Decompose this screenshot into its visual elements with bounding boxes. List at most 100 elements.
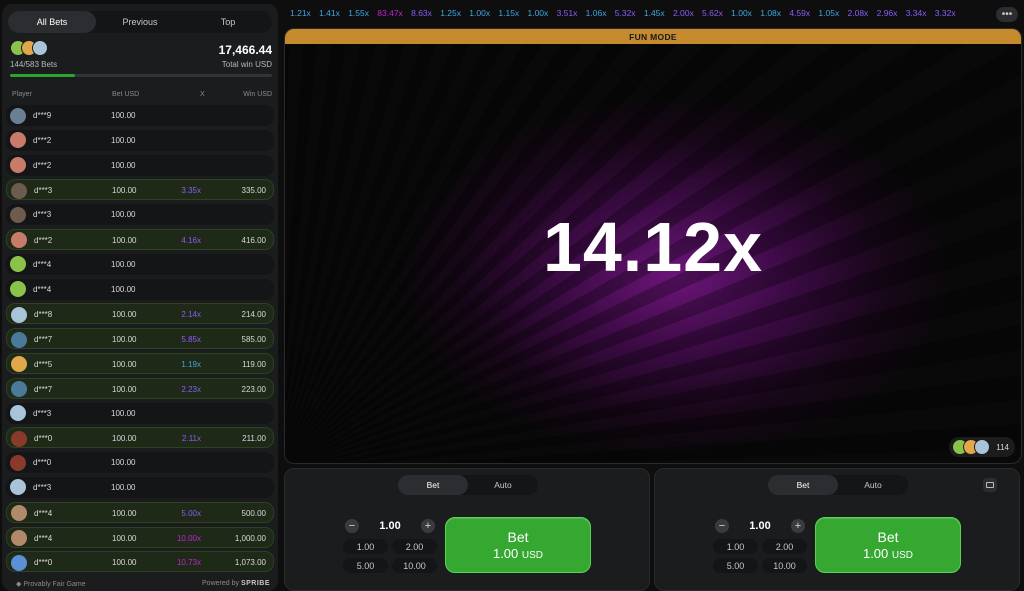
bet-row: d***4 100.00 5.00x 500.00 xyxy=(6,501,274,523)
win-amount: 119.00 xyxy=(242,359,266,369)
cashout-multiplier: 10.00x xyxy=(176,533,201,543)
bet-amount: 100.00 xyxy=(111,458,136,468)
history-multiplier[interactable]: 2.96x xyxy=(877,8,898,22)
tab-previous[interactable]: Previous xyxy=(96,11,184,33)
bet-row: d***8 100.00 2.14x 214.00 xyxy=(6,303,274,325)
total-win-label: Total win USD xyxy=(221,60,272,69)
history-multiplier[interactable]: 1.55x xyxy=(348,8,369,22)
bet-amount: 100.00 xyxy=(112,335,137,345)
bet-row: d***2 100.00 xyxy=(6,129,274,151)
player-name: d***9 xyxy=(33,111,52,120)
plus-icon: + xyxy=(794,519,802,532)
history-multiplier[interactable]: 2.00x xyxy=(673,8,694,22)
avatar xyxy=(11,356,27,373)
bet-amount: 100.00 xyxy=(111,160,136,170)
avatar xyxy=(32,40,48,56)
bet-button-label: Bet xyxy=(877,529,899,545)
win-amount: 500.00 xyxy=(241,508,266,518)
avatar xyxy=(11,554,27,571)
avatar xyxy=(11,232,27,249)
bet-row: d***3 100.00 xyxy=(6,476,274,498)
avatar xyxy=(11,331,27,348)
total-win-value: 17,466.44 xyxy=(218,43,272,57)
powered-by-label: Powered by xyxy=(202,580,239,587)
quick-stake-button[interactable]: 10.00 xyxy=(392,558,437,573)
cashout-multiplier: 2.14x xyxy=(181,310,201,320)
tab-auto[interactable]: Auto xyxy=(468,475,538,495)
history-multiplier[interactable]: 3.32x xyxy=(935,8,956,22)
players-online[interactable]: 114 xyxy=(949,437,1015,457)
history-multiplier[interactable]: 5.32x xyxy=(615,8,636,22)
provably-fair-label: Provably Fair Game xyxy=(23,581,86,588)
bet-amount: 100.00 xyxy=(112,533,137,543)
avatar-group xyxy=(10,40,48,58)
bet-button-value: 1.00 xyxy=(492,546,519,561)
bet-button-currency: USD xyxy=(891,550,914,561)
place-bet-button[interactable]: Bet 1.00 USD xyxy=(445,517,591,573)
history-multiplier[interactable]: 1.06x xyxy=(586,8,607,22)
history-multiplier[interactable]: 1.00x xyxy=(469,8,490,22)
quick-stake-button[interactable]: 1.00 xyxy=(713,539,758,554)
history-multiplier[interactable]: 1.21x xyxy=(290,8,311,22)
bet-row: d***4 100.00 xyxy=(6,253,274,275)
spribe-logo: SPRIBE xyxy=(240,580,270,587)
avatar xyxy=(10,479,26,496)
bet-amount: 100.00 xyxy=(111,210,136,220)
history-multiplier[interactable]: 4.59x xyxy=(789,8,810,22)
bets-summary: 144/583 Bets 17,466.44 Total win USD xyxy=(10,38,272,78)
history-more-button[interactable]: ••• xyxy=(996,7,1018,22)
player-name: d***0 xyxy=(34,558,53,568)
bet-mode-tabs: Bet Auto xyxy=(768,475,908,495)
increase-stake-button[interactable]: + xyxy=(791,519,805,533)
bet-mode-tabs: Bet Auto xyxy=(398,475,538,495)
bet-button-label: Bet xyxy=(507,529,529,545)
quick-stake-button[interactable]: 1.00 xyxy=(343,539,388,554)
bet-button-value: 1.00 xyxy=(862,546,889,561)
avatar xyxy=(11,182,27,199)
history-multiplier[interactable]: 1.08x xyxy=(760,8,781,22)
quick-stake-button[interactable]: 5.00 xyxy=(343,558,388,573)
history-multiplier[interactable]: 1.05x xyxy=(818,8,839,22)
history-multiplier[interactable]: 8.63x xyxy=(411,8,432,22)
bet-row: d***3 100.00 xyxy=(6,402,274,424)
win-amount: 1,073.00 xyxy=(234,558,266,568)
history-multiplier[interactable]: 83.47x xyxy=(377,8,403,22)
history-multiplier[interactable]: 1.00x xyxy=(527,8,548,22)
quick-stake-button[interactable]: 2.00 xyxy=(392,539,437,554)
cashout-multiplier: 5.85x xyxy=(181,335,201,345)
history-multiplier[interactable]: 1.41x xyxy=(319,8,340,22)
bet-amount: 100.00 xyxy=(111,408,136,418)
remove-panel-button[interactable] xyxy=(983,478,997,492)
tab-top[interactable]: Top xyxy=(184,11,272,33)
player-name: d***3 xyxy=(33,408,52,418)
history-multiplier[interactable]: 1.25x xyxy=(440,8,461,22)
tab-bet[interactable]: Bet xyxy=(768,475,838,495)
tab-bet[interactable]: Bet xyxy=(398,475,468,495)
quick-stake-button[interactable]: 5.00 xyxy=(713,558,758,573)
bet-amount: 100.00 xyxy=(111,482,136,492)
quick-stake-button[interactable]: 2.00 xyxy=(762,539,807,554)
powered-by: Powered by SPRIBE xyxy=(202,580,270,587)
bet-row: d***0 100.00 2.11x 211.00 xyxy=(6,427,274,449)
player-name: d***3 xyxy=(33,210,52,220)
provably-fair-link[interactable]: ◆ Provably Fair Game xyxy=(16,580,86,588)
avatar xyxy=(10,454,26,471)
player-name: d***7 xyxy=(34,335,53,345)
bet-amount: 100.00 xyxy=(111,135,136,145)
history-multiplier[interactable]: 1.15x xyxy=(498,8,519,22)
place-bet-button[interactable]: Bet 1.00 USD xyxy=(815,517,961,573)
bet-amount: 100.00 xyxy=(112,235,137,245)
history-multiplier[interactable]: 1.00x xyxy=(731,8,752,22)
tab-auto[interactable]: Auto xyxy=(838,475,908,495)
tab-all-bets[interactable]: All Bets xyxy=(8,11,96,33)
history-multiplier[interactable]: 5.62x xyxy=(702,8,723,22)
quick-stake-button[interactable]: 10.00 xyxy=(762,558,807,573)
history-multiplier[interactable]: 3.51x xyxy=(557,8,578,22)
bet-amount: 100.00 xyxy=(111,111,136,120)
history-multiplier[interactable]: 3.34x xyxy=(906,8,927,22)
bets-panel: All Bets Previous Top 144/583 Bets 17,46… xyxy=(2,4,278,591)
history-multiplier[interactable]: 1.45x xyxy=(644,8,665,22)
history-multiplier[interactable]: 2.08x xyxy=(848,8,869,22)
increase-stake-button[interactable]: + xyxy=(421,519,435,533)
bets-count: 144/583 Bets xyxy=(10,60,58,69)
